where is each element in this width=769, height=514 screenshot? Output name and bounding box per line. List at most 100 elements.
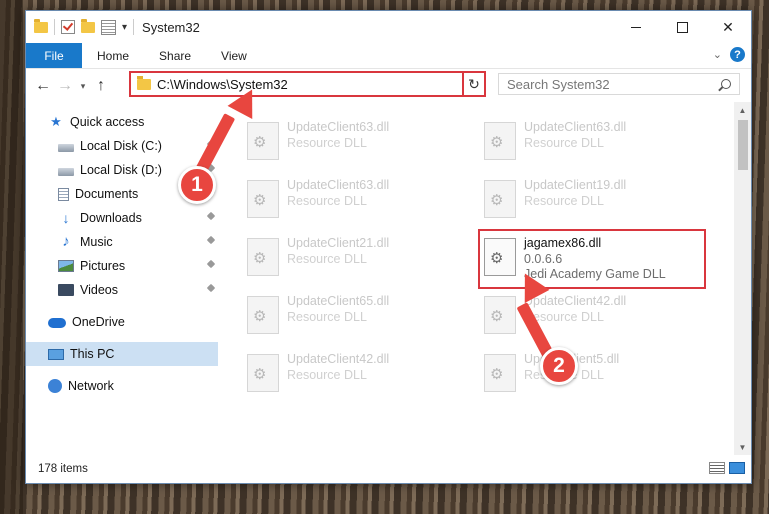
file-item[interactable]: UpdateClient5.dllResource DLL xyxy=(480,350,706,396)
documents-icon xyxy=(58,187,69,201)
scrollbar-thumb[interactable] xyxy=(738,120,748,170)
dll-file-icon xyxy=(247,354,279,392)
recent-locations-chevron-icon[interactable]: ▾ xyxy=(76,81,90,92)
view-switcher xyxy=(709,462,745,474)
file-description: Resource DLL xyxy=(287,310,367,324)
search-box[interactable] xyxy=(498,73,740,95)
customize-toolbar-chevron-icon[interactable]: ▾ xyxy=(122,22,127,33)
music-icon: ♪ xyxy=(62,233,70,250)
search-icon[interactable] xyxy=(721,79,731,89)
folder-icon[interactable] xyxy=(34,18,48,33)
explorer-window: ▾ System32 ✕ File Home Share View ⌄ ? ← … xyxy=(25,10,752,484)
dll-file-icon xyxy=(247,296,279,334)
file-item[interactable]: UpdateClient63.dll Resource DLL xyxy=(480,118,706,164)
status-bar: 178 items xyxy=(26,455,751,483)
scroll-down-arrow-icon[interactable]: ▼ xyxy=(734,439,751,455)
sidebar-item-label: Documents xyxy=(75,187,139,201)
folder-icon xyxy=(137,75,151,90)
toolbar-divider xyxy=(133,19,135,35)
ribbon-right-controls: ⌄ ? xyxy=(713,47,745,62)
file-item[interactable]: UpdateClient19.dll Resource DLL xyxy=(480,176,706,222)
file-name: UpdateClient63.dll xyxy=(287,120,390,134)
address-bar[interactable]: C:\Windows\System32 ⌄ xyxy=(129,71,483,97)
back-arrow-icon[interactable]: ← xyxy=(32,77,54,95)
sidebar-item-label: Pictures xyxy=(80,259,126,273)
star-icon: ★ xyxy=(50,114,62,129)
file-item[interactable]: UpdateClient21.dll Resource DLL xyxy=(243,234,469,280)
dll-file-icon xyxy=(247,238,279,276)
file-item[interactable]: UpdateClient42.dll Resource DLL xyxy=(480,292,706,338)
sidebar-item-onedrive[interactable]: OneDrive xyxy=(26,310,240,334)
checkmark-icon[interactable] xyxy=(61,20,75,34)
scroll-up-arrow-icon[interactable]: ▲ xyxy=(734,102,751,118)
maximize-button[interactable] xyxy=(659,11,705,43)
sidebar-item-pictures[interactable]: Pictures xyxy=(26,254,218,278)
tab-home[interactable]: Home xyxy=(82,43,144,68)
forward-arrow-icon[interactable]: → xyxy=(54,77,76,95)
network-icon xyxy=(48,379,62,393)
pin-icon[interactable] xyxy=(206,259,216,269)
file-item[interactable]: UpdateClient63.dll Resource DLL xyxy=(243,118,469,164)
vertical-scrollbar[interactable]: ▲ ▼ xyxy=(734,102,751,455)
file-description: Resource DLL xyxy=(524,194,604,208)
navigation-pane: ★ Quick access Local Disk (C:) Local Dis… xyxy=(26,102,221,455)
tab-view[interactable]: View xyxy=(206,43,262,68)
sidebar-item-local-disk-c[interactable]: Local Disk (C:) xyxy=(26,134,218,158)
step-badge-1: 1 xyxy=(178,166,216,204)
sidebar-item-label: Videos xyxy=(80,283,118,297)
details-view-icon[interactable] xyxy=(709,462,725,474)
videos-icon xyxy=(58,284,74,296)
minimize-button[interactable] xyxy=(613,11,659,43)
quick-access-toolbar: ▾ xyxy=(26,18,135,35)
properties-icon[interactable] xyxy=(101,19,116,35)
file-name: UpdateClient42.dll xyxy=(287,352,390,366)
expand-ribbon-chevron-icon[interactable]: ⌄ xyxy=(713,48,722,61)
navigation-bar: ← → ▾ ↑ C:\Windows\System32 ⌄ ↻ xyxy=(26,69,751,103)
sidebar-item-label: Local Disk (C:) xyxy=(80,139,162,153)
refresh-icon: ↻ xyxy=(468,75,480,92)
pin-icon[interactable] xyxy=(206,211,216,221)
search-input[interactable] xyxy=(507,76,721,92)
file-description: Resource DLL xyxy=(287,368,367,382)
file-item[interactable]: UpdateClient63.dll Resource DLL xyxy=(243,176,469,222)
sidebar-item-label: This PC xyxy=(70,347,115,361)
drive-icon xyxy=(58,143,74,152)
sidebar-item-this-pc[interactable]: This PC xyxy=(26,342,218,366)
dll-file-icon xyxy=(484,122,516,160)
dll-file-icon xyxy=(247,180,279,218)
file-description: Resource DLL xyxy=(287,252,367,266)
address-path[interactable]: C:\Windows\System32 xyxy=(157,77,468,92)
sidebar-item-label: Music xyxy=(80,235,113,249)
download-icon: ↓ xyxy=(62,210,70,226)
dll-file-icon xyxy=(484,296,516,334)
sidebar-item-network[interactable]: Network xyxy=(26,374,240,398)
file-description: Resource DLL xyxy=(287,194,367,208)
sidebar-item-videos[interactable]: Videos xyxy=(26,278,218,302)
dll-file-icon xyxy=(484,354,516,392)
pictures-icon xyxy=(58,260,74,272)
sidebar-item-label: Local Disk (D:) xyxy=(80,163,162,177)
sidebar-item-label: Downloads xyxy=(80,211,142,225)
file-item[interactable]: UpdateClient65.dll Resource DLL xyxy=(243,292,469,338)
refresh-button[interactable]: ↻ xyxy=(462,71,486,97)
large-icons-view-icon[interactable] xyxy=(729,462,745,474)
sidebar-item-downloads[interactable]: ↓ Downloads xyxy=(26,206,218,230)
tab-share[interactable]: Share xyxy=(144,43,206,68)
file-name: UpdateClient42.dll xyxy=(524,294,627,308)
tab-file[interactable]: File xyxy=(26,43,82,68)
pin-icon[interactable] xyxy=(206,283,216,293)
file-description: Resource DLL xyxy=(287,136,367,150)
close-button[interactable]: ✕ xyxy=(705,11,751,43)
sidebar-item-music[interactable]: ♪ Music xyxy=(26,230,218,254)
up-arrow-icon[interactable]: ↑ xyxy=(90,77,112,95)
file-list: UpdateClient63.dll Resource DLL UpdateCli… xyxy=(221,102,751,455)
sidebar-item-quick-access[interactable]: ★ Quick access xyxy=(26,110,240,134)
window-controls: ✕ xyxy=(613,11,751,43)
new-folder-icon[interactable] xyxy=(81,18,95,33)
sidebar-item-label: Network xyxy=(68,379,114,393)
file-name: UpdateClient19.dll xyxy=(524,178,627,192)
file-item[interactable]: UpdateClient42.dll Resource DLL xyxy=(243,350,469,396)
help-icon[interactable]: ? xyxy=(730,47,745,62)
file-description: Resource DLL xyxy=(524,136,604,150)
pin-icon[interactable] xyxy=(206,235,216,245)
